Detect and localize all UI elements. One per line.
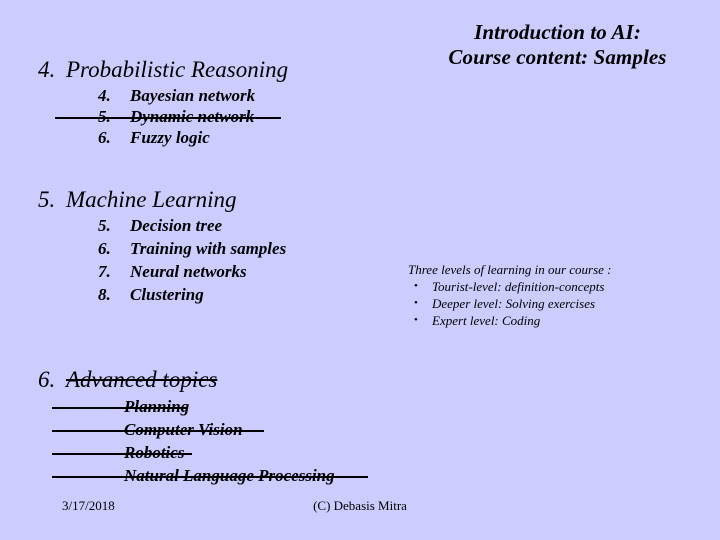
outline-label: Neural networks xyxy=(130,262,247,281)
outline-number: 6. xyxy=(38,367,56,392)
strikethrough-rule-computer-vision xyxy=(52,430,264,432)
outline-label: Decision tree xyxy=(130,216,223,235)
outline-number: 6. xyxy=(98,128,111,147)
outline-item-probabilistic-reasoning: 4. Probabilistic Reasoning xyxy=(38,56,288,83)
outline-number: 7. xyxy=(98,262,111,281)
outline-number: 6. xyxy=(98,239,111,258)
slide-title-line-2: Course content: Samples xyxy=(448,45,667,69)
outline-subitem-fuzzy-logic: 6. Fuzzy logic xyxy=(98,127,210,148)
learning-level-expert: • Expert level: Coding xyxy=(408,312,708,329)
learning-level-label: Tourist-level: definition-concepts xyxy=(432,279,605,294)
outline-subitem-decision-tree: 5. Decision tree xyxy=(98,215,222,236)
learning-levels-heading: Three levels of learning in our course : xyxy=(408,262,612,277)
strikethrough-rule-robotics xyxy=(52,453,192,455)
outline-subitem-training-with-samples: 6. Training with samples xyxy=(98,238,286,259)
outline-label: Bayesian network xyxy=(130,86,256,105)
outline-subitem-neural-networks: 7. Neural networks xyxy=(98,261,247,282)
outline-label: Machine Learning xyxy=(66,187,237,212)
learning-level-deeper: • Deeper level: Solving exercises xyxy=(408,295,708,312)
outline-label: Probabilistic Reasoning xyxy=(66,57,289,82)
slide-title: Introduction to AI: Course content: Samp… xyxy=(405,20,710,70)
strikethrough-rule-natural-language-processing xyxy=(52,476,368,478)
bullet-icon: • xyxy=(414,314,418,326)
outline-number: 4. xyxy=(98,86,111,105)
bullet-icon: • xyxy=(414,297,418,309)
footer-copyright: (C) Debasis Mitra xyxy=(313,498,407,513)
learning-level-tourist: • Tourist-level: definition-concepts xyxy=(408,278,708,295)
outline-number: 8. xyxy=(98,285,111,304)
outline-number: 5. xyxy=(98,216,111,235)
strikethrough-rule-dynamic-network xyxy=(55,117,281,119)
outline-label: Training with samples xyxy=(130,239,287,258)
slide-title-line-1: Introduction to AI: xyxy=(474,20,641,44)
strikethrough-rule-planning xyxy=(52,407,188,409)
learning-level-label: Deeper level: Solving exercises xyxy=(432,296,596,311)
outline-number: 4. xyxy=(38,57,56,82)
outline-label: Fuzzy logic xyxy=(130,128,210,147)
slide-canvas: Introduction to AI: Course content: Samp… xyxy=(0,0,720,540)
outline-item-advanced-topics: 6. Advanced topics xyxy=(38,366,217,393)
outline-subitem-bayesian-network: 4. Bayesian network xyxy=(98,85,255,106)
outline-label: Clustering xyxy=(130,285,204,304)
learning-level-label: Expert level: Coding xyxy=(432,313,541,328)
slide-footer: 3/17/2018 (C) Debasis Mitra xyxy=(0,496,720,516)
outline-item-machine-learning: 5. Machine Learning xyxy=(38,186,237,213)
bullet-icon: • xyxy=(414,280,418,292)
outline-number: 5. xyxy=(38,187,56,212)
outline-label: Advanced topics xyxy=(66,367,218,392)
outline-subitem-clustering: 8. Clustering xyxy=(98,284,204,305)
learning-levels-note: Three levels of learning in our course :… xyxy=(408,261,708,329)
